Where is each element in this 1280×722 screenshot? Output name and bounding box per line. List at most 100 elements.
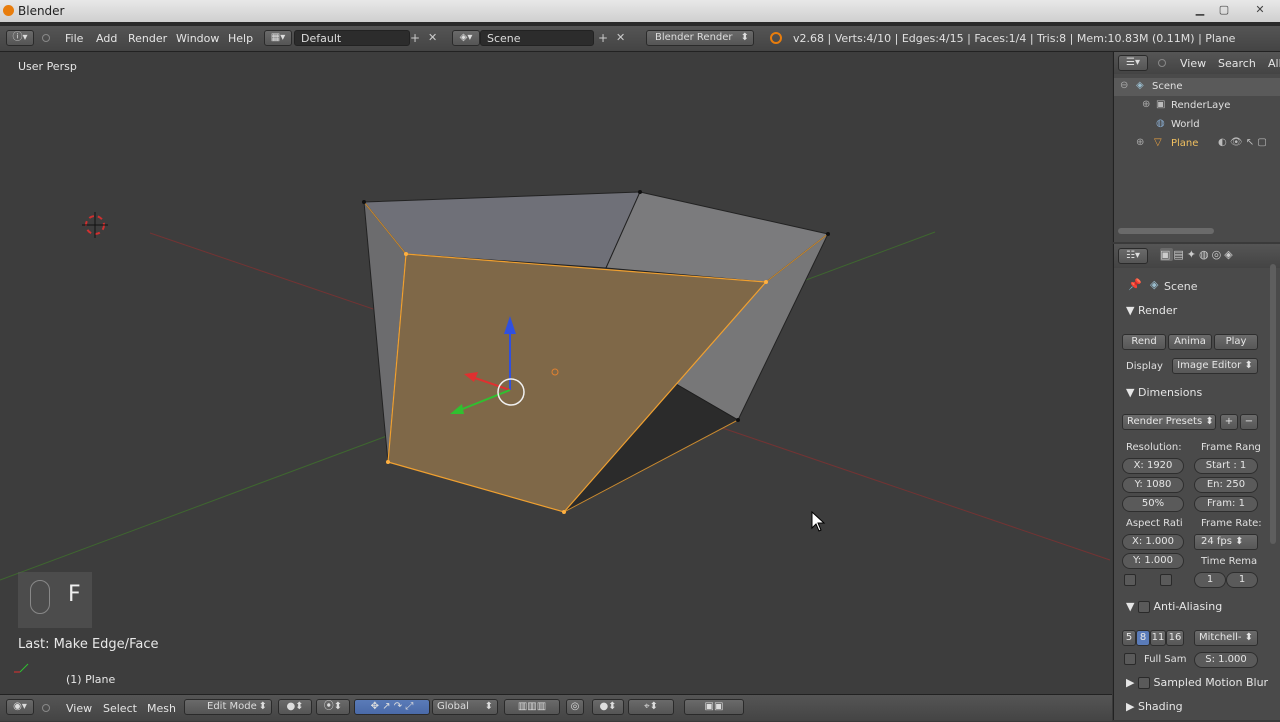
visibility-icons[interactable]: ◐ 👁 ↖ ▢ (1218, 137, 1267, 148)
filter-size-field[interactable]: S: 1.000 (1194, 652, 1258, 668)
menu-render[interactable]: Render (128, 32, 167, 45)
resolution-percent-field[interactable]: 50% (1122, 496, 1184, 512)
aa-samples-5[interactable]: 5 (1122, 630, 1136, 646)
render-panel-header[interactable]: ▼ Render (1118, 304, 1276, 326)
menu-select[interactable]: Select (103, 702, 137, 715)
resolution-y-field[interactable]: Y: 1080 (1122, 477, 1184, 493)
scene-field[interactable]: Scene (480, 30, 594, 46)
menu-outliner-view[interactable]: View (1180, 57, 1206, 70)
remove-preset-button[interactable]: − (1240, 414, 1258, 430)
menu-mesh[interactable]: Mesh (147, 702, 176, 715)
aspect-ratio-label: Aspect Rati (1126, 518, 1183, 529)
editor-type-3dview-icon[interactable]: ◉▾ (6, 699, 34, 715)
properties-scrollbar[interactable] (1270, 264, 1276, 544)
menu-help[interactable]: Help (228, 32, 253, 45)
transform-orientation-select[interactable]: Global ⬍ (432, 699, 498, 715)
frame-start-field[interactable]: Start : 1 (1194, 458, 1258, 474)
editor-type-outliner-icon[interactable]: ☰▾ (1118, 55, 1148, 71)
last-operator: Last: Make Edge/Face (18, 637, 159, 652)
menu-view[interactable]: View (66, 702, 92, 715)
antialiasing-checkbox[interactable] (1137, 601, 1150, 613)
outliner-item-plane[interactable]: ⊕ ▽ Plane ◐ 👁 ↖ ▢ (1114, 135, 1280, 153)
display-select[interactable]: Image Editor ⬍ (1172, 358, 1258, 374)
properties-editor[interactable]: ☷▾ ▣▤✦◍◎◈ 📌 ◈ Scene ▼ Render Rend Anima … (1113, 244, 1280, 720)
border-checkbox[interactable] (1124, 574, 1136, 586)
screen-layout-icon[interactable]: ▦▾ (264, 30, 292, 46)
vertex[interactable] (638, 190, 642, 194)
close-icon[interactable]: ✕ (1250, 3, 1270, 17)
frame-rate-label: Frame Rate: (1201, 518, 1262, 529)
add-scene-icon[interactable]: + (598, 31, 610, 45)
antialiasing-panel-header[interactable]: ▼ Anti-Aliasing (1118, 600, 1276, 622)
add-preset-button[interactable]: + (1220, 414, 1238, 430)
remove-scene-icon[interactable]: ✕ (616, 31, 628, 45)
aa-filter-select[interactable]: Mitchell- ⬍ (1194, 630, 1258, 646)
crop-checkbox[interactable] (1160, 574, 1172, 586)
editor-type-properties-icon[interactable]: ☷▾ (1118, 248, 1148, 264)
animation-button[interactable]: Anima (1168, 334, 1212, 350)
resolution-x-field[interactable]: X: 1920 (1122, 458, 1184, 474)
add-screen-icon[interactable]: + (410, 31, 422, 45)
outliner-item-label: RenderLaye (1171, 100, 1231, 111)
pin-icon[interactable]: 📌 (1128, 278, 1142, 291)
properties-context-tabs[interactable]: ▣▤✦◍◎◈ (1160, 248, 1278, 264)
proportional-edit-icon[interactable]: ◎ (566, 699, 584, 715)
remove-screen-icon[interactable]: ✕ (428, 31, 440, 45)
vertex[interactable] (386, 460, 390, 464)
editor-type-info-icon[interactable]: ⓘ▾ (6, 30, 34, 46)
full-sample-checkbox[interactable] (1124, 653, 1136, 665)
aspect-y-field[interactable]: Y: 1.000 (1122, 553, 1184, 569)
pivot-point-icon[interactable]: ⦿⬍ (316, 699, 350, 715)
maximize-icon[interactable]: ▢ (1214, 3, 1234, 17)
remap-old-field[interactable]: 1 (1194, 572, 1226, 588)
play-button[interactable]: Play (1214, 334, 1258, 350)
render-presets-select[interactable]: Render Presets ⬍ (1122, 414, 1216, 430)
scene-icon[interactable]: ◈▾ (452, 30, 480, 46)
vertex[interactable] (404, 252, 408, 256)
menu-window[interactable]: Window (176, 32, 219, 45)
vertex[interactable] (764, 280, 768, 284)
collapse-menu-icon[interactable] (42, 34, 50, 42)
vertex[interactable] (562, 510, 566, 514)
aa-samples-8[interactable]: 8 (1136, 630, 1150, 646)
menu-file[interactable]: File (65, 32, 83, 45)
screen-layout-field[interactable]: Default (294, 30, 410, 46)
snap-icon[interactable]: ⌖⬍ (628, 699, 674, 715)
select-mode-icon[interactable]: ●⬍ (592, 699, 624, 715)
motion-blur-checkbox[interactable] (1137, 677, 1150, 689)
shading-panel-header[interactable]: ▶ Shading (1118, 700, 1276, 722)
vertex[interactable] (362, 200, 366, 204)
3d-viewport[interactable]: User Persp F Last: Make Edge/Face (1) Pl… (0, 52, 1112, 694)
frame-step-field[interactable]: Fram: 1 (1194, 496, 1258, 512)
frame-rate-select[interactable]: 24 fps ⬍ (1194, 534, 1258, 550)
motion-blur-panel-header[interactable]: ▶ Sampled Motion Blur (1118, 676, 1276, 698)
viewport-shading-icon[interactable]: ●⬍ (278, 699, 312, 715)
aa-samples-16[interactable]: 16 (1166, 630, 1184, 646)
outliner-scrollbar[interactable] (1118, 228, 1214, 234)
outliner[interactable]: ☰▾ View Search All ⊖ ◈ Scene ⊕ ▣ RenderL… (1113, 52, 1280, 242)
remap-new-field[interactable]: 1 (1226, 572, 1258, 588)
aa-samples-11[interactable]: 11 (1150, 630, 1166, 646)
menu-outliner-all[interactable]: All (1268, 57, 1280, 70)
outliner-item-renderlayers[interactable]: ⊕ ▣ RenderLaye (1114, 97, 1280, 115)
collapse-menu-icon[interactable] (42, 704, 50, 712)
aspect-x-field[interactable]: X: 1.000 (1122, 534, 1184, 550)
menu-outliner-search[interactable]: Search (1218, 57, 1256, 70)
minimize-icon[interactable]: ▁ (1190, 3, 1210, 17)
vertex[interactable] (736, 418, 740, 422)
vertex[interactable] (826, 232, 830, 236)
menu-add[interactable]: Add (96, 32, 117, 45)
render-button[interactable]: Rend (1122, 334, 1166, 350)
render-preview-icon[interactable]: ▣▣ (684, 699, 744, 715)
properties-context-label: Scene (1164, 280, 1198, 293)
render-panel-title: Render (1137, 304, 1178, 317)
render-engine-select[interactable]: Blender Render ⬍ (646, 30, 754, 46)
layers-icon[interactable]: ▥▥▥ (504, 699, 560, 715)
outliner-item-world[interactable]: ◍ World (1114, 116, 1280, 134)
collapse-menu-icon[interactable] (1158, 59, 1166, 67)
frame-end-field[interactable]: En: 250 (1194, 477, 1258, 493)
outliner-item-scene[interactable]: ⊖ ◈ Scene (1114, 78, 1280, 96)
mode-select[interactable]: Edit Mode ⬍ (184, 699, 272, 715)
manipulator-toggle-icon[interactable]: ✥ ↗ ↷ ⤢ (354, 699, 430, 715)
dimensions-panel-header[interactable]: ▼ Dimensions (1118, 386, 1276, 408)
